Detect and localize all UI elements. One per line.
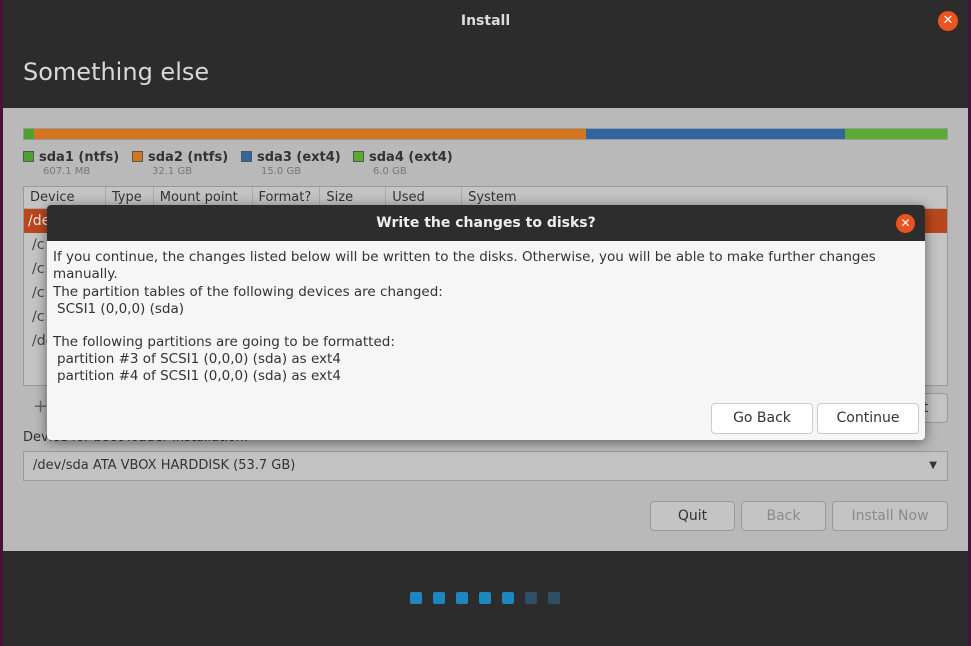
partition-segment	[844, 129, 947, 139]
partition-tables-section: The partition tables of the following de…	[53, 284, 443, 318]
close-icon[interactable]: ✕	[896, 214, 915, 233]
section-heading: The partition tables of the following de…	[53, 284, 443, 300]
partition-label: sda3 (ext4)	[257, 150, 341, 165]
legend-item: sda4 (ext4) 6.0 GB	[353, 150, 453, 177]
close-icon[interactable]: ✕	[938, 11, 958, 31]
progress-dots	[410, 592, 560, 604]
boot-loader-select[interactable]: /dev/sda ATA VBOX HARDDISK (53.7 GB) ▼	[23, 451, 948, 481]
write-changes-dialog: Write the changes to disks? ✕ If you con…	[47, 205, 925, 440]
partition-item: partition #3 of SCSI1 (0,0,0) (sda) as e…	[57, 351, 341, 367]
partition-label: sda1 (ntfs)	[39, 150, 120, 165]
add-partition-button[interactable]: +	[33, 396, 48, 417]
color-swatch	[132, 151, 143, 162]
color-swatch	[241, 151, 252, 162]
color-swatch	[353, 151, 364, 162]
device-item: SCSI1 (0,0,0) (sda)	[57, 301, 185, 317]
continue-button[interactable]: Continue	[817, 403, 919, 434]
partition-segment	[24, 129, 35, 139]
color-swatch	[23, 151, 34, 162]
progress-dot	[502, 592, 514, 604]
boot-loader-value: /dev/sda ATA VBOX HARDDISK (53.7 GB)	[33, 458, 296, 473]
partition-label: sda4 (ext4)	[369, 150, 453, 165]
partition-label: sda2 (ntfs)	[148, 150, 229, 165]
partition-size: 6.0 GB	[373, 166, 407, 177]
progress-dot	[456, 592, 468, 604]
dialog-title-text: Write the changes to disks?	[376, 215, 596, 231]
go-back-button[interactable]: Go Back	[711, 403, 813, 434]
partition-size: 607.1 MB	[43, 166, 91, 177]
progress-dot	[525, 592, 537, 604]
chevron-down-icon: ▼	[929, 460, 937, 471]
format-section: The following partitions are going to be…	[53, 334, 395, 385]
page-title: Something else	[23, 58, 210, 86]
dialog-title: Write the changes to disks? ✕	[47, 205, 925, 241]
back-button[interactable]: Back	[741, 501, 826, 531]
progress-dot	[410, 592, 422, 604]
partition-size: 15.0 GB	[261, 166, 302, 177]
dialog-intro: If you continue, the changes listed belo…	[53, 249, 876, 282]
legend-item: sda3 (ext4) 15.0 GB	[241, 150, 341, 177]
progress-dot	[479, 592, 491, 604]
partition-size: 32.1 GB	[152, 166, 193, 177]
progress-dot	[433, 592, 445, 604]
window-title: Install	[460, 13, 511, 29]
partition-item: partition #4 of SCSI1 (0,0,0) (sda) as e…	[57, 368, 341, 384]
section-heading: The following partitions are going to be…	[53, 334, 395, 350]
quit-button[interactable]: Quit	[650, 501, 735, 531]
partition-segment	[34, 129, 587, 139]
install-now-button[interactable]: Install Now	[832, 501, 948, 531]
partition-bar	[23, 128, 948, 140]
partition-segment	[586, 129, 845, 139]
progress-dot	[548, 592, 560, 604]
legend-item: sda2 (ntfs) 32.1 GB	[132, 150, 228, 177]
legend-item: sda1 (ntfs) 607.1 MB	[23, 150, 119, 177]
